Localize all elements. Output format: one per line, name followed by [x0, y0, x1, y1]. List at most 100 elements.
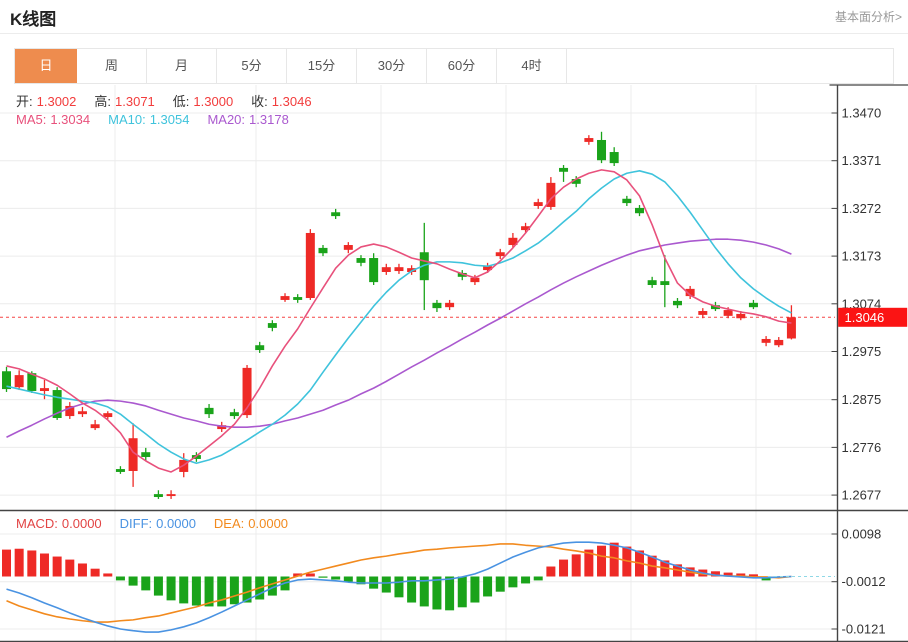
macd-bar [116, 577, 125, 581]
candle [394, 267, 403, 271]
candle [534, 202, 543, 206]
macd-bar [610, 543, 619, 577]
legend-value: 0.0000 [62, 516, 102, 531]
macd-bar [2, 550, 11, 577]
macd-bar [559, 560, 568, 577]
legend-value: 1.3054 [150, 112, 190, 127]
main-ytick-label: 1.3470 [842, 106, 882, 121]
legend-label: DEA: [214, 516, 244, 531]
candle [167, 494, 176, 496]
kline-page: K线图 基本面分析> 日周月5分15分30分60分4时 开:1.3002高:1.… [0, 0, 908, 642]
candle [293, 297, 302, 300]
maRow-item: MA10: 1.3054 [108, 112, 193, 127]
macd-bar [508, 577, 517, 588]
candle [78, 411, 87, 414]
candle [154, 494, 163, 497]
macd-bar [445, 577, 454, 611]
candle [255, 345, 264, 350]
candle [445, 303, 454, 307]
candle [15, 375, 24, 387]
macd-bar [394, 577, 403, 598]
macd-bar [167, 577, 176, 601]
candle [584, 138, 593, 142]
macdRow-item: DEA:0.0000 [214, 516, 292, 531]
candle [597, 140, 606, 160]
candle [622, 199, 631, 203]
macdRow-item: DIFF:0.0000 [120, 516, 200, 531]
ohlcRow-item: 收: 1.3046 [251, 94, 315, 109]
macd-bar [192, 577, 201, 606]
macd-bar [432, 577, 441, 610]
candle [268, 323, 277, 328]
macd-bar [91, 569, 100, 577]
main-ytick-label: 1.2875 [842, 392, 882, 407]
ohlcRow-item: 低:1.3000 [173, 94, 237, 109]
candles-layer [2, 132, 796, 611]
candle [369, 258, 378, 282]
main-ytick-label: 1.2677 [842, 488, 882, 503]
maRow-item: MA20:1.3178 [207, 112, 292, 127]
main-ytick-label: 1.3371 [842, 153, 882, 168]
candle [116, 469, 125, 472]
macd-bar [179, 577, 188, 604]
candle [673, 301, 682, 305]
candle [230, 412, 239, 416]
macd-bar [534, 577, 543, 581]
candle [103, 413, 112, 417]
candle [635, 208, 644, 213]
macd-bar [331, 577, 340, 580]
candle [356, 258, 365, 263]
candle [344, 245, 353, 250]
legend-value: 1.3071 [115, 94, 155, 109]
macd-bar [65, 560, 74, 577]
candle [724, 310, 733, 316]
macd-bar [78, 563, 87, 576]
macd-legend: MACD:0.0000DIFF:0.0000DEA:0.0000 [16, 516, 306, 531]
candle [331, 212, 340, 216]
maRow-item: MA5:1.3034 [16, 112, 94, 127]
macd-bar [154, 577, 163, 596]
legend-label: MA10: [108, 112, 146, 127]
macd-bar [597, 546, 606, 577]
ma5-line [7, 170, 792, 472]
ohlcRow-item: 开:1.3002 [16, 94, 80, 109]
candle [736, 314, 745, 318]
candle [281, 296, 290, 300]
macd-ytick-label: -0.0012 [842, 574, 886, 589]
axis-layer: 1.34701.33711.32721.31731.30741.29751.28… [0, 85, 908, 642]
macd-bar [496, 577, 505, 592]
macd-bar [217, 577, 226, 607]
macd-bar [40, 554, 49, 577]
legend-value: 1.3178 [249, 112, 289, 127]
legend-value: 1.3002 [37, 94, 77, 109]
macd-bar [546, 567, 555, 577]
candle [787, 317, 796, 338]
macd-bar [53, 557, 62, 577]
candle [660, 281, 669, 285]
candle [306, 233, 315, 298]
legend-value: 1.3046 [272, 94, 312, 109]
legend-label: 收: [251, 94, 268, 109]
macd-bar [15, 549, 24, 577]
candle [432, 303, 441, 308]
candle [698, 311, 707, 315]
candle [141, 452, 150, 457]
candle [648, 280, 657, 285]
macd-bar [230, 577, 239, 605]
macd-bar [141, 577, 150, 591]
ohlcRow-item: 高:1.3071 [94, 94, 158, 109]
legend-label: 低: [173, 94, 190, 109]
candle [774, 340, 783, 345]
candle [749, 303, 758, 307]
candle [610, 152, 619, 163]
candle [559, 168, 568, 172]
macd-bar [319, 577, 328, 578]
candle [382, 267, 391, 272]
macd-bar [572, 554, 581, 576]
legend-value: 1.3034 [50, 112, 90, 127]
macd-bar [27, 550, 36, 576]
macd-bar [382, 577, 391, 593]
candle [205, 408, 214, 414]
ma-legend: MA5:1.3034 MA10: 1.3054 MA20:1.3178 [16, 112, 307, 127]
main-ytick-label: 1.3173 [842, 249, 882, 264]
